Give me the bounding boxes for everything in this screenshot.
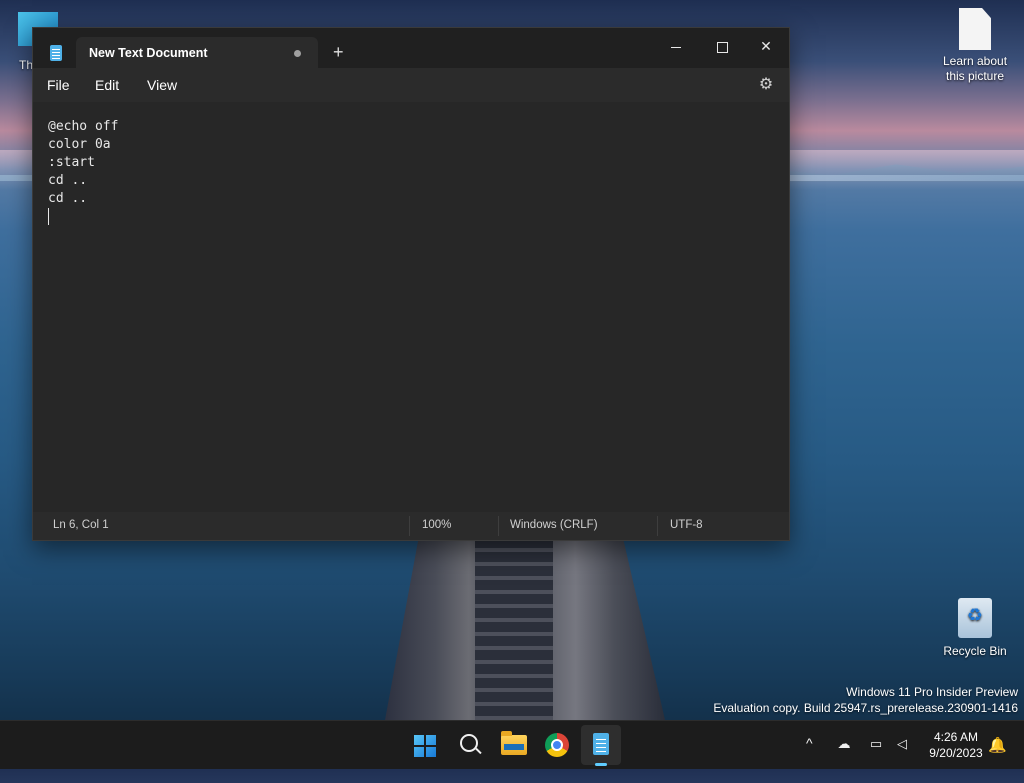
menu-view[interactable]: View — [147, 77, 177, 93]
title-bar[interactable]: New Text Document + ✕ — [33, 28, 789, 68]
maximize-button[interactable] — [699, 32, 745, 60]
watermark-line-1: Windows 11 Pro Insider Preview — [846, 685, 1018, 699]
notepad-taskbar-button[interactable] — [581, 725, 621, 766]
zoom-level[interactable]: 100% — [422, 519, 451, 531]
clock-time: 4:26 AM — [933, 730, 979, 744]
unsaved-indicator-icon[interactable] — [294, 50, 301, 57]
desktop-icon-recycle-bin[interactable]: ♻ Recycle Bin — [940, 598, 1010, 659]
taskbar: ^ ☁ ▭ ◁ 4:26 AM 9/20/2023 🔔 — [0, 720, 1024, 769]
close-button[interactable]: ✕ — [743, 32, 789, 60]
status-bar: Ln 6, Col 1 100% Windows (CRLF) UTF-8 — [33, 512, 789, 540]
menu-edit[interactable]: Edit — [95, 77, 119, 93]
minimize-button[interactable] — [653, 32, 699, 60]
maximize-icon — [716, 41, 728, 53]
active-app-indicator — [595, 763, 607, 766]
system-clock[interactable]: 4:26 AM 9/20/2023 — [916, 729, 996, 761]
desktop-icon-label: Th — [19, 58, 34, 72]
notification-bell-icon[interactable]: 🔔 — [988, 736, 1007, 754]
notepad-app-icon — [50, 45, 62, 61]
folder-icon — [501, 731, 527, 755]
status-divider — [657, 516, 658, 536]
settings-gear-icon[interactable]: ⚙ — [757, 76, 775, 94]
recycle-bin-icon: ♻ — [958, 598, 992, 638]
line-ending[interactable]: Windows (CRLF) — [510, 519, 598, 531]
show-hidden-icons-chevron-icon[interactable]: ^ — [806, 735, 813, 783]
chrome-icon — [545, 733, 569, 757]
text-editor-area[interactable]: @echo off color 0a :start cd .. cd .. — [33, 102, 789, 512]
menu-file[interactable]: File — [47, 77, 70, 93]
status-divider — [409, 516, 410, 536]
status-divider — [498, 516, 499, 536]
wallpaper-pier-steps — [475, 538, 553, 720]
new-tab-button[interactable]: + — [333, 42, 344, 62]
volume-muted-icon[interactable]: ◁ — [894, 737, 910, 751]
editor-content[interactable]: @echo off color 0a :start cd .. cd .. — [48, 118, 118, 208]
search-button[interactable] — [449, 725, 489, 765]
windows-logo-icon — [414, 735, 436, 757]
clock-date: 9/20/2023 — [929, 746, 983, 760]
file-explorer-button[interactable] — [493, 725, 533, 765]
notepad-window: New Text Document + ✕ File Edit View ⚙ @… — [32, 27, 790, 541]
chrome-button[interactable] — [537, 725, 577, 765]
notepad-icon — [593, 733, 609, 755]
search-icon — [460, 734, 478, 752]
tab-title: New Text Document — [89, 46, 208, 60]
text-caret — [48, 208, 49, 225]
watermark-line-2: Evaluation copy. Build 25947.rs_prerelea… — [713, 701, 1018, 715]
minimize-icon — [671, 46, 681, 48]
menu-bar: File Edit View ⚙ — [33, 68, 789, 102]
network-icon[interactable]: ▭ — [868, 737, 884, 751]
evaluation-watermark: Windows 11 Pro Insider Preview Evaluatio… — [713, 684, 1018, 716]
desktop-icon-label: Recycle Bin — [943, 644, 1007, 658]
desktop-icon-learn-about-picture[interactable]: Learn about this picture — [940, 8, 1010, 84]
cursor-position[interactable]: Ln 6, Col 1 — [53, 519, 109, 531]
encoding[interactable]: UTF-8 — [670, 519, 703, 531]
onedrive-cloud-icon[interactable]: ☁ — [836, 737, 852, 751]
desktop-icon-label: Learn about this picture — [942, 54, 1008, 83]
document-icon — [959, 8, 991, 50]
tab-new-text-document[interactable]: New Text Document — [76, 37, 318, 68]
start-button[interactable] — [404, 725, 444, 765]
